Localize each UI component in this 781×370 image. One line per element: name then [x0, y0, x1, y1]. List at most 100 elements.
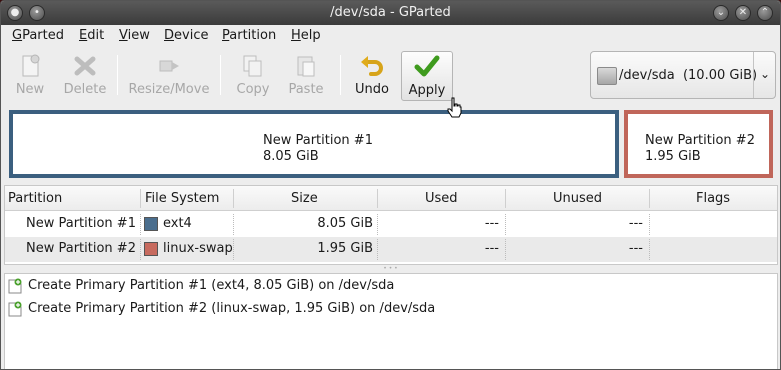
menu-device-mnemonic: D	[164, 28, 175, 43]
menu-partition[interactable]: Partition	[222, 28, 276, 43]
column-separator	[649, 189, 650, 208]
pending-operations-list: Create Primary Partition #1 (ext4, 8.05 …	[4, 273, 778, 369]
new-label: New	[15, 82, 45, 97]
cell-separator	[233, 214, 234, 235]
operation-text: Create Primary Partition #2 (linux-swap,…	[28, 301, 436, 316]
toolbar-separator	[117, 55, 118, 95]
column-header-used[interactable]: Used	[425, 191, 458, 206]
new-button[interactable]: New	[9, 51, 51, 101]
cell-separator	[649, 239, 650, 260]
paste-button[interactable]: Paste	[284, 51, 328, 101]
toolbar-separator	[220, 55, 221, 95]
minimize-icon[interactable]: ⌄	[713, 5, 729, 21]
toolbar-separator	[340, 55, 341, 95]
column-separator	[505, 189, 506, 208]
column-header-unused[interactable]: Unused	[553, 191, 602, 206]
copy-button[interactable]: Copy	[231, 51, 275, 101]
partition-block-2-name: New Partition #2	[645, 133, 755, 148]
resize-move-button[interactable]: Resize/Move	[126, 51, 212, 101]
cell-partition: New Partition #1	[26, 216, 136, 231]
menu-edit-label: dit	[87, 28, 105, 43]
title-bar[interactable]: ● • /dev/sda - GParted ⌄ ✕ ⌃	[1, 1, 780, 25]
device-dropdown-button[interactable]: ⌄	[753, 52, 775, 98]
menu-device-label: evice	[174, 28, 209, 43]
column-separator	[140, 189, 141, 208]
column-separator	[233, 189, 234, 208]
cell-partition: New Partition #2	[26, 241, 136, 256]
menu-help-label: elp	[300, 28, 321, 43]
column-header-flags[interactable]: Flags	[696, 191, 730, 206]
menu-help-mnemonic: H	[291, 28, 301, 43]
delete-label: Delete	[63, 82, 107, 97]
cell-separator	[377, 239, 378, 260]
paste-icon	[297, 56, 315, 77]
menu-edit-mnemonic: E	[79, 28, 88, 43]
table-header: Partition File System Size Used Unused F…	[5, 186, 777, 211]
cell-filesystem: ext4	[163, 216, 192, 231]
menu-edit[interactable]: Edit	[79, 28, 104, 43]
cell-separator	[505, 214, 506, 235]
cell-separator	[140, 214, 141, 235]
cell-used: ---	[484, 241, 499, 256]
menu-gparted[interactable]: GParted	[12, 28, 64, 43]
partition-block-1[interactable]: New Partition #1 8.05 GiB	[9, 110, 619, 178]
resize-move-label: Resize/Move	[128, 82, 210, 97]
menu-gparted-label: Parted	[22, 28, 64, 43]
hand-cursor-icon	[447, 97, 462, 118]
list-item[interactable]: Create Primary Partition #2 (linux-swap,…	[5, 298, 777, 320]
undo-icon	[361, 56, 383, 76]
cell-size: 1.95 GiB	[317, 241, 373, 256]
chevron-down-icon: ⌄	[760, 67, 771, 81]
checkmark-icon	[414, 55, 440, 77]
gparted-window: ● • /dev/sda - GParted ⌄ ✕ ⌃ GParted Edi…	[0, 0, 781, 370]
copy-icon	[243, 55, 262, 77]
device-selector-label: /dev/sda (10.00 GiB)	[619, 68, 758, 83]
delete-button[interactable]: Delete	[59, 51, 111, 101]
new-icon	[22, 54, 40, 77]
partition-block-1-name: New Partition #1	[263, 133, 373, 148]
paste-label: Paste	[288, 82, 324, 97]
cell-unused: ---	[628, 216, 643, 231]
partition-block-2[interactable]: New Partition #2 1.95 GiB	[624, 110, 773, 178]
menu-bar: GParted Edit View Device Partition Help	[1, 25, 780, 47]
cell-used: ---	[484, 216, 499, 231]
column-header-filesystem[interactable]: File System	[145, 191, 219, 206]
column-header-size[interactable]: Size	[291, 191, 318, 206]
cell-separator	[140, 239, 141, 260]
window-title: /dev/sda - GParted	[330, 5, 451, 20]
menu-view-mnemonic: V	[119, 28, 128, 43]
cell-filesystem: linux-swap	[163, 241, 233, 256]
partition-block-2-size: 1.95 GiB	[645, 149, 701, 164]
apply-label: Apply	[408, 83, 446, 98]
new-partition-icon	[8, 278, 22, 294]
cell-separator	[233, 239, 234, 260]
copy-label: Copy	[236, 82, 270, 97]
undo-button[interactable]: Undo	[349, 51, 395, 101]
cell-separator	[649, 214, 650, 235]
new-partition-icon	[8, 301, 22, 317]
menu-partition-label: artition	[229, 28, 277, 43]
menu-view[interactable]: View	[119, 28, 150, 43]
table-row[interactable]: New Partition #2 linux-swap 1.95 GiB ---…	[5, 237, 777, 262]
menu-view-label: iew	[127, 28, 150, 43]
partition-table: Partition File System Size Used Unused F…	[4, 185, 778, 265]
delete-icon	[74, 56, 96, 76]
undo-label: Undo	[355, 82, 389, 97]
partition-block-1-size: 8.05 GiB	[263, 149, 319, 164]
menu-device[interactable]: Device	[164, 28, 208, 43]
close-icon[interactable]: ✕	[735, 5, 751, 21]
resize-move-icon	[159, 60, 179, 72]
disk-icon	[597, 67, 617, 85]
menu-help[interactable]: Help	[291, 28, 321, 43]
column-header-partition[interactable]: Partition	[8, 191, 62, 206]
list-item[interactable]: Create Primary Partition #1 (ext4, 8.05 …	[5, 275, 777, 297]
maximize-icon[interactable]: ⌃	[757, 5, 773, 21]
partition-map: New Partition #1 8.05 GiB New Partition …	[5, 105, 778, 183]
device-selector[interactable]: /dev/sda (10.00 GiB) ⌄	[590, 51, 776, 99]
cell-unused: ---	[628, 241, 643, 256]
cell-size: 8.05 GiB	[317, 216, 373, 231]
filesystem-color-swatch	[144, 242, 158, 256]
table-row[interactable]: New Partition #1 ext4 8.05 GiB --- ---	[5, 212, 777, 237]
cell-separator	[377, 214, 378, 235]
apply-button[interactable]: Apply	[401, 51, 453, 101]
